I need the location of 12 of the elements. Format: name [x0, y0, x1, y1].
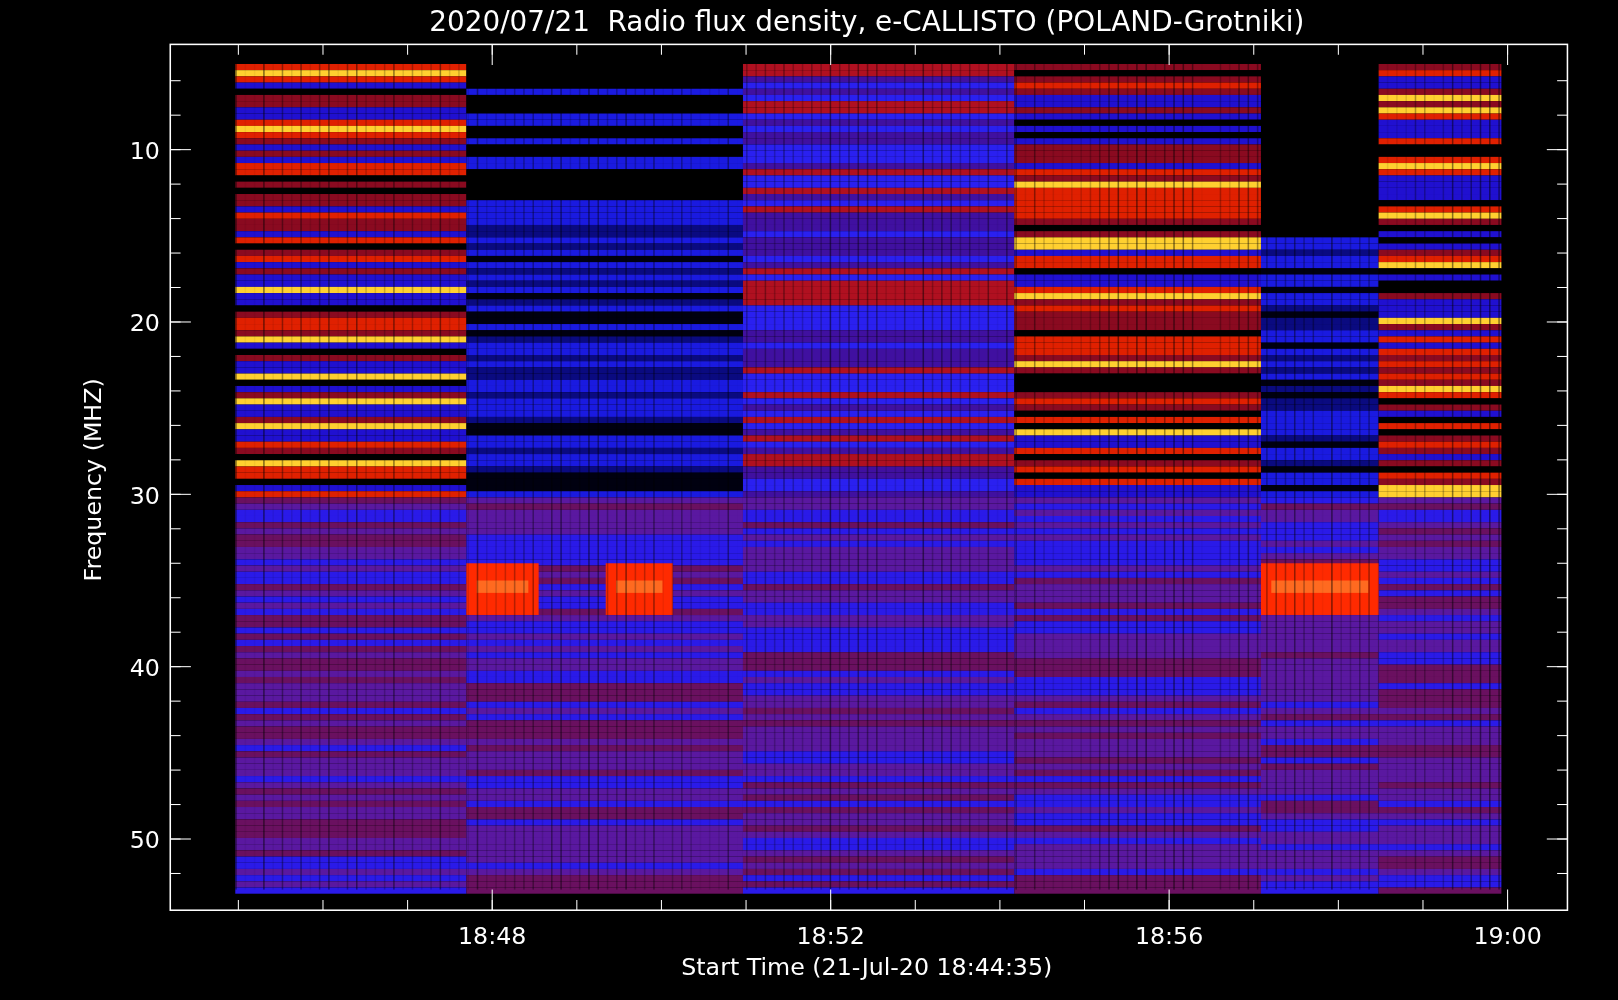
x-tick-label: 18:52: [796, 922, 865, 951]
y-tick-label: 30: [129, 481, 160, 510]
chart-title: 2020/07/21 Radio flux density, e-CALLISTO (POLAND-Grotniki): [429, 4, 1305, 38]
x-tick-label: 18:48: [458, 922, 527, 951]
y-tick-label: 50: [129, 826, 160, 855]
y-axis-label: Frequency (MHZ): [79, 378, 108, 582]
x-axis-label: Start Time (21-Jul-20 18:44:35): [681, 953, 1053, 982]
x-tick-label: 19:00: [1473, 922, 1542, 951]
y-tick-label: 40: [129, 653, 160, 682]
x-tick-label: 18:56: [1134, 922, 1204, 951]
y-tick-label: 10: [129, 136, 160, 165]
y-tick-label: 20: [129, 309, 160, 338]
